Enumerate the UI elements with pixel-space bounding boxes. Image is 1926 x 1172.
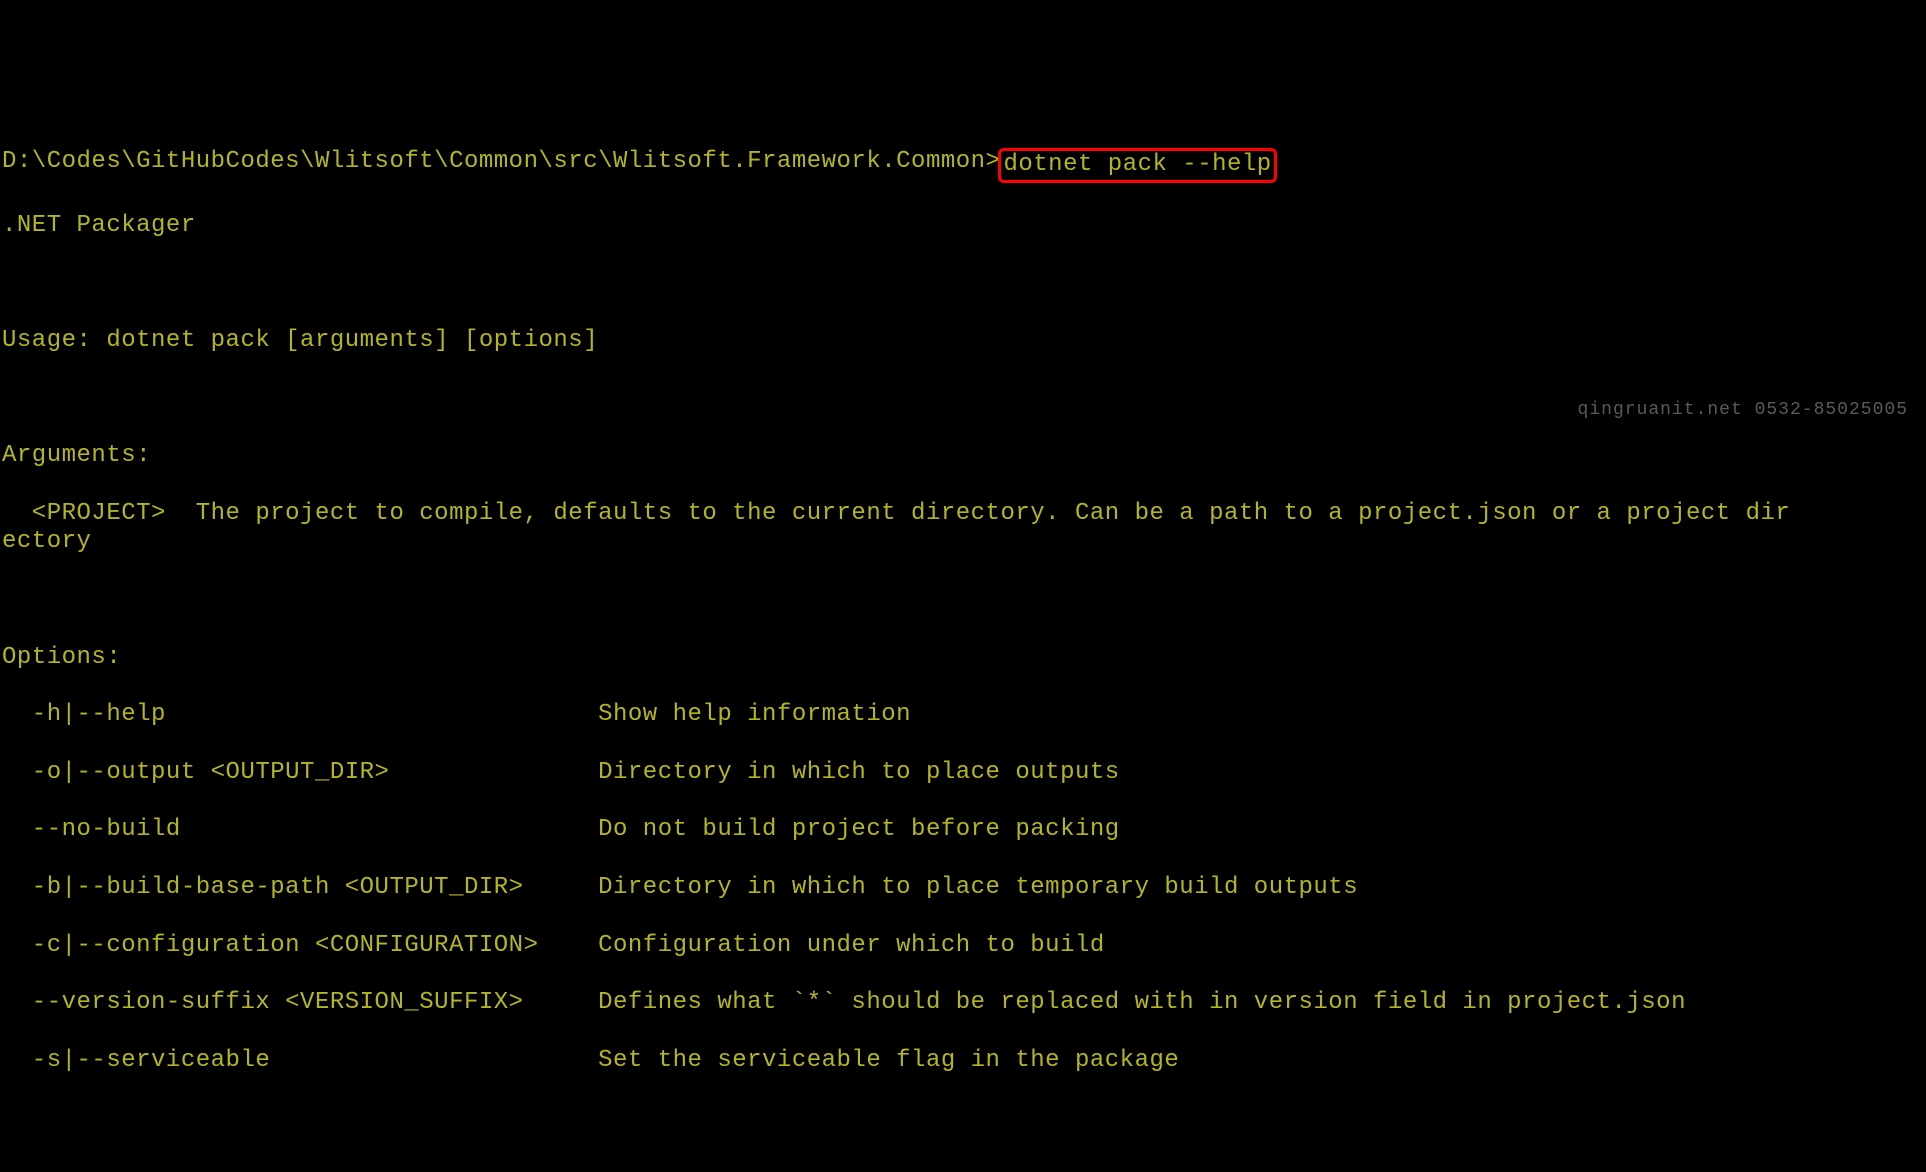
arguments-header: Arguments: [2,442,1924,471]
option-flag: --version-suffix <VERSION_SUFFIX> [2,989,598,1016]
blank-line [2,586,1924,615]
command-text: dotnet pack --help [1003,151,1271,178]
option-desc: Directory in which to place outputs [598,759,1120,786]
option-flag: -o|--output <OUTPUT_DIR> [2,759,598,786]
option-line: -o|--output <OUTPUT_DIR> Directory in wh… [2,759,1924,788]
app-title: .NET Packager [2,212,1924,241]
option-desc: Set the serviceable flag in the package [598,1047,1179,1074]
watermark-text: qingruanit.net 0532-85025005 [1578,400,1908,422]
option-line: --version-suffix <VERSION_SUFFIX> Define… [2,989,1924,1018]
options-header: Options: [2,644,1924,673]
terminal-output[interactable]: D:\Codes\GitHubCodes\Wlitsoft\Common\src… [0,115,1926,1108]
arguments-body: <PROJECT> The project to compile, defaul… [2,500,1924,558]
command-highlight: dotnet pack --help [998,148,1276,183]
option-desc: Defines what `*` should be replaced with… [598,989,1686,1016]
option-flag: -h|--help [2,701,598,728]
blank-line [2,269,1924,298]
option-line: -h|--help Show help information [2,701,1924,730]
option-flag: --no-build [2,816,598,843]
option-line: -s|--serviceable Set the serviceable fla… [2,1047,1924,1076]
prompt-path: D:\Codes\GitHubCodes\Wlitsoft\Common\src… [2,148,1000,183]
option-line: --no-build Do not build project before p… [2,816,1924,845]
option-flag: -b|--build-base-path <OUTPUT_DIR> [2,874,598,901]
usage-line: Usage: dotnet pack [arguments] [options] [2,327,1924,356]
option-line: -c|--configuration <CONFIGURATION> Confi… [2,932,1924,961]
option-desc: Show help information [598,701,911,728]
option-flag: -s|--serviceable [2,1047,598,1074]
option-desc: Do not build project before packing [598,816,1120,843]
option-desc: Directory in which to place temporary bu… [598,874,1358,901]
option-line: -b|--build-base-path <OUTPUT_DIR> Direct… [2,874,1924,903]
option-flag: -c|--configuration <CONFIGURATION> [2,932,598,959]
command-prompt-line: D:\Codes\GitHubCodes\Wlitsoft\Common\src… [2,148,1924,183]
option-desc: Configuration under which to build [598,932,1105,959]
